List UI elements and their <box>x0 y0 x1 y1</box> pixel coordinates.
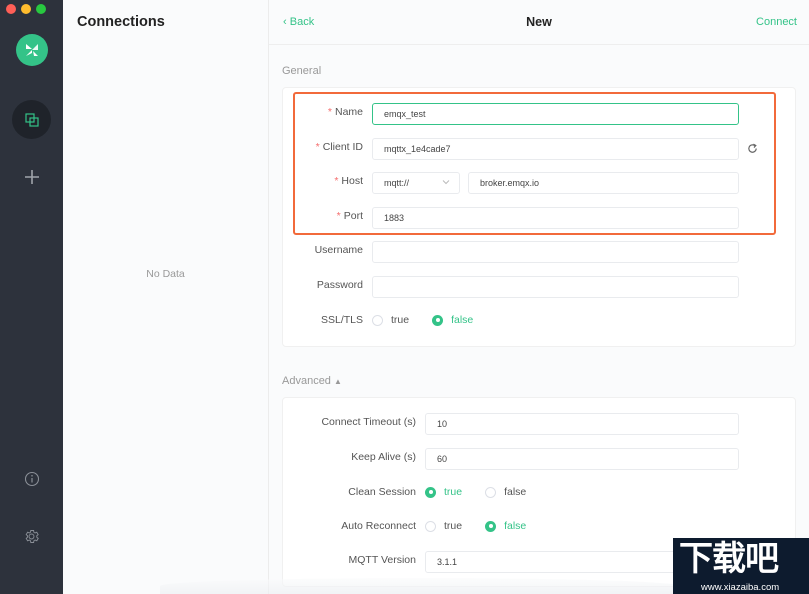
keep-alive-label: Keep Alive (s) <box>351 451 416 463</box>
clean-session-false-label[interactable]: false <box>504 486 526 498</box>
watermark-title: 下载吧 <box>679 539 779 579</box>
username-label: Username <box>314 244 363 256</box>
keep-alive-row: Keep Alive (s) 60 <box>283 448 795 470</box>
client-id-input[interactable]: mqttx_1e4cade7 <box>372 138 739 160</box>
app-window: Connections No Data ‹ Back New Connect G… <box>0 0 809 594</box>
watermark-url: www.xiazaiba.com <box>701 582 780 593</box>
nav-about-button[interactable] <box>19 466 44 491</box>
host-input[interactable]: broker.emqx.io <box>468 172 739 194</box>
auto-reconnect-radio-group: true false <box>425 520 549 532</box>
empty-state-text: No Data <box>146 268 185 280</box>
client-id-label: * Client ID <box>315 141 363 153</box>
connect-timeout-input[interactable]: 10 <box>425 413 739 435</box>
ssl-true-radio[interactable] <box>372 314 383 326</box>
port-input[interactable]: 1883 <box>372 207 739 229</box>
auto-reconnect-row: Auto Reconnect true false <box>283 517 795 539</box>
name-input[interactable]: emqx_test <box>372 103 739 125</box>
watermark-badge: 下载吧 www.xiazaiba.com <box>673 538 809 594</box>
clean-session-radio-group: true false <box>425 486 549 498</box>
auto-reconnect-label: Auto Reconnect <box>341 520 416 532</box>
plus-icon <box>24 169 39 184</box>
chevron-left-icon: ‹ <box>283 16 290 28</box>
ssl-true-label[interactable]: true <box>391 314 409 326</box>
back-button[interactable]: ‹ Back <box>283 16 314 28</box>
name-label: * Name <box>327 106 363 118</box>
password-label: Password <box>316 279 363 291</box>
ssl-false-radio[interactable] <box>432 314 444 326</box>
clean-session-true-label[interactable]: true <box>444 486 462 498</box>
logo-icon <box>26 44 38 56</box>
auto-reconnect-true-label[interactable]: true <box>444 520 462 532</box>
name-row: * Name emqx_test <box>283 103 795 125</box>
clean-session-true-radio[interactable] <box>425 486 436 498</box>
protocol-select[interactable]: mqtt:// <box>372 172 460 194</box>
advanced-section-toggle[interactable]: Advanced ▲ <box>282 375 342 387</box>
gear-icon <box>25 530 39 543</box>
auto-reconnect-false-label[interactable]: false <box>504 520 526 532</box>
window-controls <box>6 4 46 14</box>
connections-icon <box>24 112 39 127</box>
ssl-radio-group: true false <box>372 314 496 326</box>
mqtt-version-label: MQTT Version <box>348 554 417 566</box>
info-icon <box>24 471 39 486</box>
protocol-value: mqtt:// <box>384 178 410 188</box>
client-id-row: * Client ID mqttx_1e4cade7 <box>283 138 795 160</box>
maximize-window-button[interactable] <box>36 4 46 14</box>
connections-pane: Connections No Data <box>63 0 269 594</box>
nav-new-connection-button[interactable] <box>19 164 44 189</box>
form-header: ‹ Back New Connect <box>269 0 809 45</box>
connect-timeout-label: Connect Timeout (s) <box>321 416 416 428</box>
ssl-row: SSL/TLS true false <box>283 311 795 333</box>
clean-session-false-radio[interactable] <box>485 486 497 498</box>
host-label: * Host <box>334 175 363 187</box>
port-label: * Port <box>336 210 363 222</box>
chevron-down-icon <box>442 180 450 185</box>
close-window-button[interactable] <box>6 4 16 14</box>
mqttx-logo <box>16 34 48 66</box>
ssl-label: SSL/TLS <box>320 314 363 326</box>
nav-connections-button[interactable] <box>12 100 51 139</box>
connect-button[interactable]: Connect <box>756 16 797 28</box>
username-row: Username <box>283 241 795 263</box>
nav-settings-button[interactable] <box>19 524 44 549</box>
auto-reconnect-true-radio[interactable] <box>425 520 436 532</box>
keep-alive-input[interactable]: 60 <box>425 448 739 470</box>
advanced-section-label: Advanced <box>282 375 331 387</box>
general-card: * Name emqx_test * Client ID mqttx_1e4cade… <box>282 87 796 347</box>
ssl-false-label[interactable]: false <box>451 314 473 326</box>
connect-timeout-row: Connect Timeout (s) 10 <box>283 413 795 435</box>
refresh-icon[interactable] <box>747 143 758 154</box>
page-title: New <box>526 15 552 29</box>
side-nav <box>0 0 63 594</box>
port-row: * Port 1883 <box>283 207 795 229</box>
clean-session-label: Clean Session <box>348 486 416 498</box>
auto-reconnect-false-radio[interactable] <box>485 520 497 532</box>
general-section-label: General <box>282 65 322 77</box>
host-row: * Host mqtt:// broker.emqx.io <box>283 172 795 194</box>
password-row: Password <box>283 276 795 298</box>
connections-title: Connections <box>77 14 165 30</box>
minimize-window-button[interactable] <box>21 4 31 14</box>
new-connection-form: ‹ Back New Connect General * Name emqx_te… <box>269 0 809 594</box>
username-input[interactable] <box>372 241 739 263</box>
clean-session-row: Clean Session true false <box>283 483 795 505</box>
back-label: Back <box>289 16 315 28</box>
bottom-shadow <box>160 578 680 594</box>
password-input[interactable] <box>372 276 739 298</box>
caret-up-icon: ▲ <box>334 377 342 386</box>
